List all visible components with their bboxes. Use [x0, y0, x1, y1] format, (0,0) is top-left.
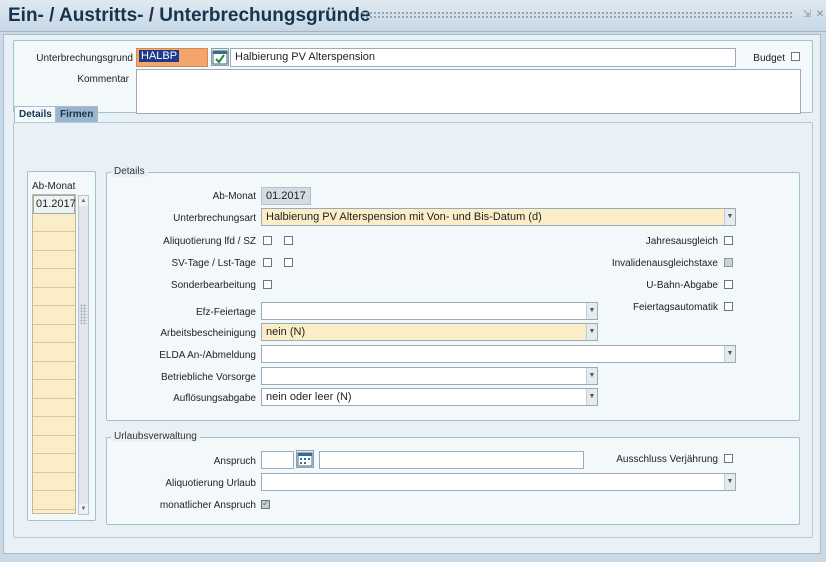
title-bar: Ein- / Austritts- / Unterbrechungsgründe…	[0, 0, 826, 32]
chevron-down-icon[interactable]: ▼	[586, 389, 597, 405]
anspruch-label: Anspruch	[213, 456, 256, 467]
details-group-title: Details	[111, 166, 148, 177]
chevron-down-icon[interactable]: ▼	[586, 324, 597, 340]
code-field[interactable]: HALBP	[136, 48, 208, 67]
list-item-empty[interactable]	[33, 454, 75, 473]
aliquotierung-lfd-checkbox[interactable]	[263, 236, 272, 245]
arbeitsbescheinigung-value: nein (N)	[266, 326, 306, 338]
vorsorge-label: Betriebliche Vorsorge	[160, 372, 256, 383]
invalidenausgleichstaxe-checkbox[interactable]	[724, 258, 733, 267]
description-field[interactable]: Halbierung PV Alterspension	[230, 48, 736, 67]
code-value: HALBP	[139, 50, 180, 62]
chevron-down-icon[interactable]: ▼	[586, 368, 597, 384]
ubahn-checkbox[interactable]	[724, 280, 733, 289]
sonderbearbeitung-checkbox[interactable]	[263, 280, 272, 289]
ubahn-label: U-Bahn-Abgabe	[646, 280, 718, 291]
ab-monat-list: 01.2017	[32, 194, 76, 514]
tab-details[interactable]: Details	[14, 106, 57, 122]
list-item-empty[interactable]	[33, 399, 75, 417]
calendar-icon[interactable]	[296, 450, 314, 468]
scroll-grip[interactable]	[80, 304, 87, 324]
list-header: Ab-Monat	[32, 181, 76, 192]
list-item-empty[interactable]	[33, 214, 75, 232]
list-item-empty[interactable]	[33, 473, 75, 491]
list-item-empty[interactable]	[33, 343, 75, 362]
list-item-empty[interactable]	[33, 325, 75, 343]
feiertagsautomatik-checkbox[interactable]	[724, 302, 733, 311]
monatlich-label: monatlicher Anspruch	[159, 500, 256, 511]
arbeitsbescheinigung-label: Arbeitsbescheinigung	[160, 328, 256, 339]
aliquotierung-urlaub-select[interactable]: ▼	[261, 473, 736, 491]
list-item-empty[interactable]	[33, 380, 75, 399]
vorsorge-select[interactable]: ▼	[261, 367, 598, 385]
list-item-empty[interactable]	[33, 362, 75, 380]
unterbrechungsgrund-label: Unterbrechungsgrund	[36, 53, 133, 64]
aufloesung-select[interactable]: nein oder leer (N) ▼	[261, 388, 598, 406]
list-item[interactable]: 01.2017	[33, 195, 76, 214]
svtage-label: SV-Tage / Lst-Tage	[171, 258, 257, 269]
scroll-down-icon[interactable]: ▼	[79, 504, 88, 514]
minimize-icon[interactable]: ⇲	[802, 10, 812, 20]
unterbrechungsart-value: Halbierung PV Alterspension mit Von- und…	[266, 211, 542, 223]
aliquotierung-label: Aliquotierung lfd / SZ	[163, 236, 256, 247]
chevron-down-icon[interactable]: ▼	[586, 303, 597, 319]
list-item-empty[interactable]	[33, 251, 75, 269]
invalidenausgleichstaxe-label: Invalidenausgleichstaxe	[611, 258, 718, 269]
urlaub-group-title: Urlaubsverwaltung	[111, 431, 200, 442]
sv-tage-checkbox[interactable]	[263, 258, 272, 267]
budget-label: Budget	[753, 53, 785, 64]
lst-tage-checkbox[interactable]	[284, 258, 293, 267]
aufloesung-value: nein oder leer (N)	[266, 391, 352, 403]
aliquotierung-sz-checkbox[interactable]	[284, 236, 293, 245]
list-item-empty[interactable]	[33, 417, 75, 436]
list-item-empty[interactable]	[33, 232, 75, 251]
list-item-empty[interactable]	[33, 306, 75, 325]
list-scrollbar[interactable]: ▲ ▼	[78, 195, 89, 515]
jahresausgleich-checkbox[interactable]	[724, 236, 733, 245]
feiertagsautomatik-label: Feiertagsautomatik	[632, 302, 718, 313]
chevron-down-icon[interactable]: ▼	[724, 346, 735, 362]
list-item-empty[interactable]	[33, 436, 75, 454]
jahresausgleich-label: Jahresausgleich	[645, 236, 718, 247]
monatlich-checkbox[interactable]	[261, 498, 270, 509]
scroll-up-icon[interactable]: ▲	[79, 196, 88, 206]
chevron-down-icon[interactable]: ▼	[724, 474, 735, 490]
ausschluss-label: Ausschluss Verjährung	[616, 454, 718, 465]
budget-checkbox[interactable]	[791, 52, 800, 61]
chevron-down-icon[interactable]: ▼	[724, 209, 735, 225]
unterbrechungsart-label: Unterbrechungsart	[173, 213, 256, 224]
arbeitsbescheinigung-select[interactable]: nein (N) ▼	[261, 323, 598, 341]
list-item-empty[interactable]	[33, 269, 75, 288]
close-icon[interactable]: ✕	[815, 10, 825, 20]
lookup-check-icon[interactable]	[211, 48, 229, 66]
kommentar-field[interactable]	[136, 69, 801, 114]
window-title: Ein- / Austritts- / Unterbrechungsgründe	[8, 5, 371, 26]
elda-select[interactable]: ▼	[261, 345, 736, 363]
elda-label: ELDA An-/Abmeldung	[159, 350, 256, 361]
ab-monat-label: Ab-Monat	[212, 191, 256, 202]
efz-label: Efz-Feiertage	[195, 307, 256, 318]
aufloesung-label: Auflösungsabgabe	[173, 393, 256, 404]
title-pattern	[361, 11, 793, 20]
anspruch-description-field[interactable]	[319, 451, 584, 469]
ausschluss-checkbox[interactable]	[724, 454, 733, 463]
efz-select[interactable]: ▼	[261, 302, 598, 320]
aliquotierung-urlaub-label: Aliquotierung Urlaub	[165, 478, 256, 489]
kommentar-label: Kommentar	[77, 74, 129, 85]
anspruch-field[interactable]	[261, 451, 294, 469]
list-item-empty[interactable]	[33, 491, 75, 510]
ab-monat-field[interactable]: 01.2017	[261, 187, 311, 205]
unterbrechungsart-select[interactable]: Halbierung PV Alterspension mit Von- und…	[261, 208, 736, 226]
sonderbearbeitung-label: Sonderbearbeitung	[170, 280, 256, 291]
tab-firmen[interactable]: Firmen	[55, 106, 99, 122]
list-item-empty[interactable]	[33, 288, 75, 306]
